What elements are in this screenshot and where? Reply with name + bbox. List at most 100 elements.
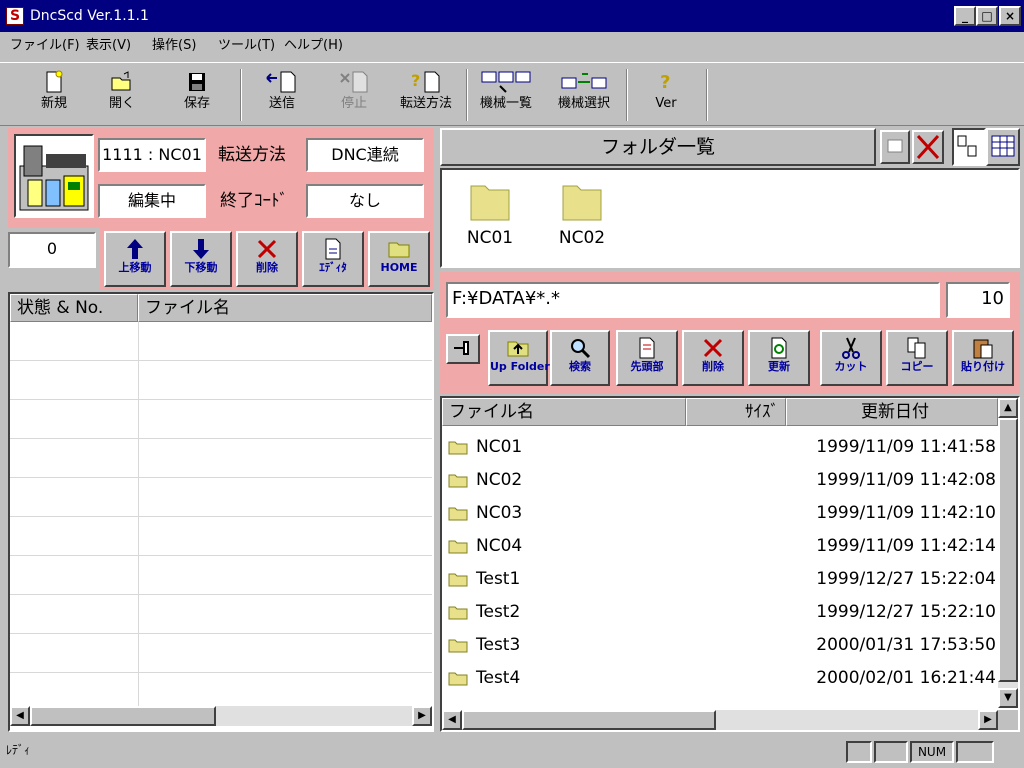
- column-filename[interactable]: ファイル名: [138, 294, 432, 322]
- transfer-method-label: 転送方法: [399, 96, 452, 111]
- file-row[interactable]: NC04 1999/11/09 11:42:14: [446, 529, 996, 562]
- file-list-header: ファイル名 ｻｲｽﾞ 更新日付: [442, 398, 998, 426]
- new-folder-button[interactable]: [880, 130, 910, 164]
- status-text: ﾚﾃﾞｨ: [6, 743, 31, 757]
- file-row[interactable]: Test2 1999/12/27 15:22:10: [446, 595, 996, 628]
- send-button[interactable]: 送信: [250, 67, 314, 121]
- new-file-icon: [46, 70, 63, 93]
- grid-row[interactable]: [10, 634, 432, 673]
- machine-select-button[interactable]: 機械選択: [552, 67, 616, 121]
- grid-row[interactable]: [10, 478, 432, 517]
- scroll-thumb[interactable]: [462, 710, 716, 730]
- file-date: 2000/02/01 16:21:44: [816, 668, 996, 688]
- refresh-label: 更新: [768, 360, 790, 373]
- transfer-method-button[interactable]: ? 転送方法: [394, 67, 458, 121]
- grid-row[interactable]: [10, 556, 432, 595]
- title-bar[interactable]: S DncScd Ver.1.1.1 _ □ ×: [0, 0, 1024, 32]
- save-button[interactable]: 保存: [165, 67, 229, 121]
- detail-view-button[interactable]: [986, 128, 1020, 166]
- delete-folder-button[interactable]: [912, 130, 944, 164]
- menu-view[interactable]: 表示(V): [86, 38, 131, 54]
- scroll-left-button[interactable]: ◀: [442, 710, 462, 730]
- pin-button[interactable]: [446, 334, 480, 364]
- file-rows: NC01 1999/11/09 11:41:58 NC02 1999/11/09 11…: [442, 430, 998, 706]
- up-folder-icon: [507, 341, 529, 357]
- file-row[interactable]: NC03 1999/11/09 11:42:10: [446, 496, 996, 529]
- stop-button[interactable]: 停止: [322, 67, 386, 121]
- counter-field[interactable]: 0: [8, 232, 96, 268]
- folder-item[interactable]: NC02: [552, 176, 612, 260]
- scroll-thumb[interactable]: [30, 706, 216, 726]
- column-date[interactable]: 更新日付: [786, 398, 998, 426]
- window-icon: [887, 139, 903, 153]
- icon-view-button[interactable]: [952, 128, 986, 166]
- folder-icon: [448, 441, 468, 455]
- edit-status-field: 編集中: [98, 184, 206, 218]
- app-icon[interactable]: S: [6, 7, 24, 25]
- column-size[interactable]: ｻｲｽﾞ: [686, 398, 786, 426]
- delete-button[interactable]: 削除: [236, 231, 298, 287]
- grid-row[interactable]: [10, 322, 432, 361]
- menu-operation[interactable]: 操作(S): [152, 38, 196, 54]
- file-row[interactable]: Test4 2000/02/01 16:21:44: [446, 661, 996, 694]
- transfer-method-field: DNC連続: [306, 138, 424, 172]
- file-list[interactable]: ファイル名 ｻｲｽﾞ 更新日付 NC01 1999/11/09 11:41:58 N…: [440, 396, 1020, 732]
- column-filename[interactable]: ファイル名: [442, 398, 686, 426]
- minimize-button[interactable]: _: [954, 6, 976, 26]
- paste-button[interactable]: 貼り付け: [952, 330, 1014, 386]
- grid-row[interactable]: [10, 517, 432, 556]
- new-button[interactable]: 新規: [22, 67, 86, 121]
- folder-icon-view[interactable]: NC01 NC02: [440, 168, 1020, 268]
- up-folder-label: Up Folder: [490, 360, 550, 373]
- refresh-button[interactable]: 更新: [748, 330, 810, 386]
- save-label: 保存: [183, 96, 210, 111]
- grid-row[interactable]: [10, 361, 432, 400]
- file-count-field: 10: [946, 282, 1010, 318]
- open-button[interactable]: 開く: [90, 67, 154, 121]
- column-status[interactable]: 状態 & No.: [10, 294, 138, 322]
- file-row[interactable]: Test3 2000/01/31 17:53:50: [446, 628, 996, 661]
- grid-row[interactable]: [10, 595, 432, 634]
- file-horizontal-scrollbar[interactable]: ◀ ▶: [442, 710, 998, 730]
- scroll-thumb[interactable]: [998, 418, 1018, 682]
- cut-button[interactable]: カット: [820, 330, 882, 386]
- scroll-right-button[interactable]: ▶: [978, 710, 998, 730]
- ver-button[interactable]: ? Ver: [634, 67, 698, 121]
- home-button[interactable]: HOME: [368, 231, 430, 287]
- scroll-down-button[interactable]: ▼: [998, 688, 1018, 708]
- maximize-button[interactable]: □: [976, 6, 998, 26]
- folder-item[interactable]: NC01: [460, 176, 520, 260]
- head-button[interactable]: 先頭部: [616, 330, 678, 386]
- grid-row[interactable]: [10, 400, 432, 439]
- menu-help[interactable]: ヘルプ(H): [284, 38, 343, 54]
- machine-list-button[interactable]: 機械一覧: [474, 67, 538, 121]
- file-row[interactable]: NC01 1999/11/09 11:41:58: [446, 430, 996, 463]
- queue-horizontal-scrollbar[interactable]: ◀ ▶: [10, 706, 432, 726]
- scroll-up-button[interactable]: ▲: [998, 398, 1018, 418]
- stop-label: 停止: [340, 96, 367, 111]
- home-label: HOME: [380, 261, 418, 274]
- file-row[interactable]: NC02 1999/11/09 11:42:08: [446, 463, 996, 496]
- file-delete-button[interactable]: 削除: [682, 330, 744, 386]
- scroll-left-button[interactable]: ◀: [10, 706, 30, 726]
- folder-name: NC01: [466, 228, 514, 248]
- file-vertical-scrollbar[interactable]: ▲ ▼: [998, 398, 1018, 708]
- menu-file[interactable]: ファイル(F): [10, 38, 80, 54]
- grid-column-divider: [138, 361, 139, 400]
- status-bar: ﾚﾃﾞｨ NUM: [0, 736, 1024, 768]
- editor-button[interactable]: ｴﾃﾞｨﾀ: [302, 231, 364, 287]
- menu-tools[interactable]: ツール(T): [218, 38, 275, 54]
- close-button[interactable]: ×: [999, 6, 1021, 26]
- grid-row[interactable]: [10, 439, 432, 478]
- path-field[interactable]: F:¥DATA¥*.*: [446, 282, 940, 318]
- up-folder-button[interactable]: Up Folder: [488, 330, 550, 386]
- svg-text:?: ?: [660, 72, 670, 93]
- toolbar: 新規 開く 保存 送信 停止 ? 転送方法 機械一覧 機械選択 ? Ver: [0, 62, 1024, 126]
- file-row[interactable]: Test1 1999/12/27 15:22:04: [446, 562, 996, 595]
- scroll-right-button[interactable]: ▶: [412, 706, 432, 726]
- move-up-button[interactable]: 上移動: [104, 231, 166, 287]
- search-button[interactable]: 検索: [550, 330, 610, 386]
- copy-button[interactable]: コピー: [886, 330, 948, 386]
- queue-list[interactable]: 状態 & No. ファイル名 ◀ ▶: [8, 292, 434, 732]
- move-down-button[interactable]: 下移動: [170, 231, 232, 287]
